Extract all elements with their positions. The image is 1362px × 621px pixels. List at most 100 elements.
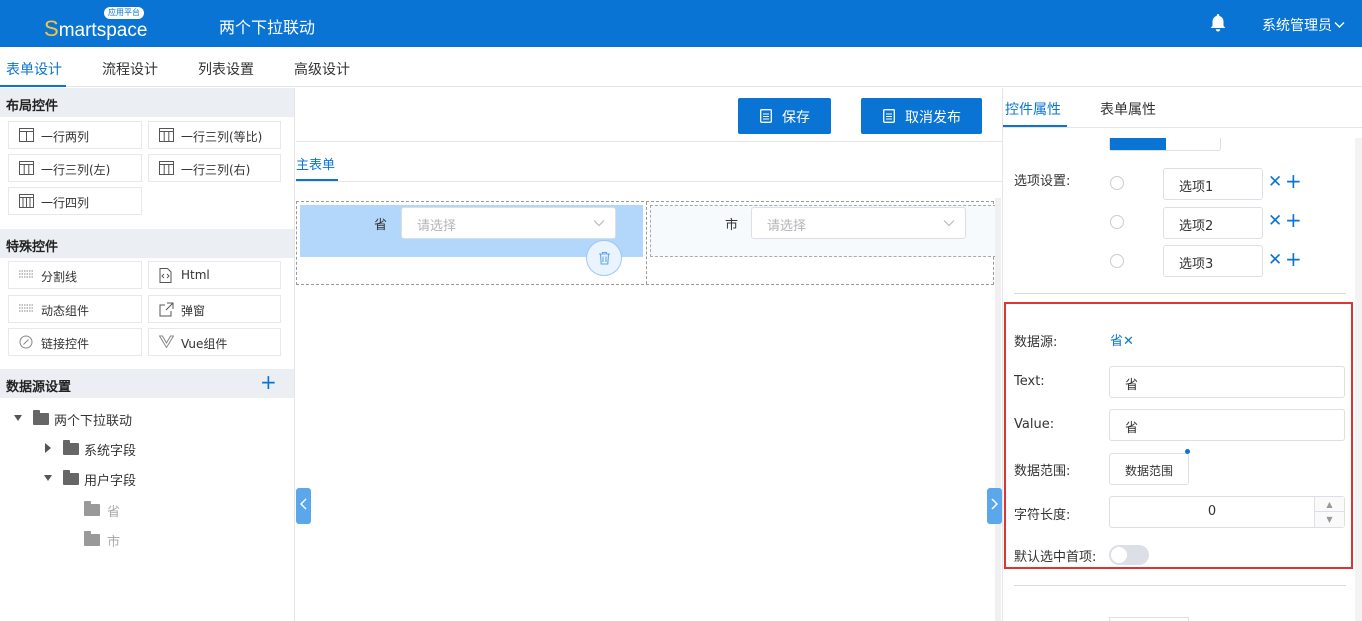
canvas-toolbar: 保存 取消发布 — [296, 88, 1002, 142]
option-radio-3[interactable] — [1110, 254, 1124, 268]
folder-icon — [84, 501, 100, 516]
chevron-left-icon — [299, 498, 307, 510]
form-cell-city[interactable]: 市 请选择 — [650, 205, 996, 257]
tab-main-form[interactable]: 主表单 — [296, 154, 335, 173]
add-option-icon[interactable]: + — [1285, 249, 1302, 269]
control-label: 分割线 — [41, 270, 78, 284]
properties-panel: 控件属性 表单属性 选项设置: 选项1 ✕ + 选项2 ✕ + 选项3 ✕ + … — [1002, 88, 1362, 621]
control-one-row-three-col-equal[interactable]: 一行三列(等比) — [148, 121, 281, 149]
vue-icon — [159, 335, 174, 348]
document-icon — [760, 109, 772, 123]
char-length-value: 0 — [1207, 504, 1217, 519]
table-icon — [159, 128, 174, 142]
collapsed-triangle-icon[interactable] — [44, 443, 52, 453]
logo[interactable]: Smartspace 应用平台 — [44, 7, 148, 41]
table-icon — [19, 161, 34, 175]
folder-icon — [63, 470, 79, 485]
control-one-row-three-col-right[interactable]: 一行三列(右) — [148, 154, 281, 182]
unpublish-button[interactable]: 取消发布 — [861, 98, 982, 134]
datasource-label: 数据源: — [1014, 335, 1058, 350]
add-datasource-icon[interactable]: + — [260, 372, 277, 392]
select-placeholder: 请选择 — [417, 219, 457, 234]
tab-form-properties[interactable]: 表单属性 — [1100, 99, 1156, 119]
control-html[interactable]: Html — [148, 261, 281, 289]
data-range-button[interactable]: 数据范围 — [1109, 453, 1189, 485]
save-button[interactable]: 保存 — [738, 98, 831, 134]
text-field[interactable]: 省 — [1109, 366, 1345, 398]
properties-scrollbar[interactable] — [1355, 138, 1362, 621]
province-select[interactable]: 请选择 — [401, 207, 616, 239]
control-one-row-three-col-left[interactable]: 一行三列(左) — [8, 154, 142, 182]
chevron-down-icon — [1334, 22, 1345, 28]
canvas-scrollbar[interactable] — [995, 198, 1001, 621]
option-input-2[interactable]: 选项2 — [1163, 207, 1263, 239]
control-divider[interactable]: 分割线 — [8, 261, 142, 289]
tree-user-fields[interactable]: 用户字段 — [84, 470, 136, 489]
tree-field-province[interactable]: 省 — [107, 501, 120, 520]
control-one-row-two-col[interactable]: 一行两列 — [8, 121, 142, 149]
app-header: Smartspace 应用平台 两个下拉联动 系统管理员 — [0, 0, 1362, 47]
active-tab-indicator — [0, 85, 66, 87]
tab-control-properties[interactable]: 控件属性 — [1005, 99, 1061, 119]
add-option-icon[interactable]: + — [1285, 210, 1302, 230]
expanded-triangle-icon[interactable] — [13, 414, 23, 422]
collapse-left-button[interactable] — [296, 488, 311, 524]
remove-option-icon[interactable]: ✕ — [1268, 174, 1282, 191]
chevron-down-icon — [943, 220, 955, 227]
right-tab-border — [1003, 127, 1362, 128]
control-label: 一行三列(左) — [41, 163, 111, 177]
tree-field-city[interactable]: 市 — [107, 531, 120, 550]
trash-icon — [599, 251, 610, 265]
options-label: 选项设置: — [1014, 174, 1071, 189]
control-label: 动态组件 — [41, 304, 90, 318]
form-row[interactable]: 省 请选择 市 请选择 — [296, 201, 996, 285]
control-vue-component[interactable]: Vue组件 — [148, 328, 281, 356]
city-select[interactable]: 请选择 — [751, 207, 966, 239]
logo-text: Smartspace — [44, 16, 148, 41]
value-label: Value: — [1014, 417, 1055, 432]
control-link[interactable]: 链接控件 — [8, 328, 142, 356]
user-menu[interactable]: 系统管理员 — [1262, 15, 1345, 35]
char-length-stepper[interactable]: 0 ▲ ▼ — [1109, 496, 1345, 528]
table-icon — [159, 161, 174, 175]
unpublish-label: 取消发布 — [905, 110, 961, 126]
option-input-1[interactable]: 选项1 — [1163, 168, 1263, 200]
delete-field-button[interactable] — [586, 240, 622, 276]
char-length-label: 字符长度: — [1014, 508, 1071, 523]
remove-datasource-icon[interactable]: ✕ — [1123, 334, 1134, 349]
tab-list-settings[interactable]: 列表设置 — [198, 59, 254, 79]
control-one-row-four-col[interactable]: 一行四列 — [8, 187, 142, 215]
option-input-3[interactable]: 选项3 — [1163, 245, 1263, 277]
stepper-down-icon[interactable]: ▼ — [1315, 512, 1344, 527]
stepper-up-icon[interactable]: ▲ — [1315, 497, 1344, 512]
cell-divider — [646, 202, 647, 284]
value-field[interactable]: 省 — [1109, 409, 1345, 441]
option-radio-1[interactable] — [1110, 176, 1124, 190]
remove-option-icon[interactable]: ✕ — [1268, 252, 1282, 269]
tab-form-design[interactable]: 表单设计 — [6, 59, 62, 79]
external-link-icon — [159, 302, 174, 317]
datasource-tag[interactable]: 省✕ — [1110, 330, 1134, 349]
bell-icon[interactable] — [1209, 13, 1227, 33]
control-dynamic-component[interactable]: 动态组件 — [8, 295, 142, 323]
add-option-icon[interactable]: + — [1285, 171, 1302, 191]
collapse-right-button[interactable] — [987, 488, 1002, 524]
divider-icon — [19, 270, 34, 278]
control-popup[interactable]: 弹窗 — [148, 295, 281, 323]
tree-root[interactable]: 两个下拉联动 — [54, 410, 132, 429]
tab-advanced-design[interactable]: 高级设计 — [294, 59, 350, 79]
left-panel: 布局控件 一行两列 一行三列(等比) 一行三列(左) 一行三列(右) 一行四列 … — [0, 88, 295, 621]
table-icon — [19, 194, 34, 208]
control-label: 一行两列 — [41, 130, 90, 144]
option-radio-2[interactable] — [1110, 215, 1124, 229]
tree-system-fields[interactable]: 系统字段 — [84, 440, 136, 459]
select-placeholder: 请选择 — [767, 219, 807, 234]
control-label: 链接控件 — [41, 337, 90, 351]
main-tabs: 表单设计 流程设计 列表设置 高级设计 — [0, 47, 1362, 87]
tab-flow-design[interactable]: 流程设计 — [102, 59, 158, 79]
default-first-toggle[interactable] — [1109, 545, 1149, 565]
remove-option-icon[interactable]: ✕ — [1268, 213, 1282, 230]
field-label-city: 市 — [725, 218, 739, 233]
default-first-label: 默认选中首项: — [1014, 550, 1097, 565]
expanded-triangle-icon[interactable] — [43, 474, 53, 482]
